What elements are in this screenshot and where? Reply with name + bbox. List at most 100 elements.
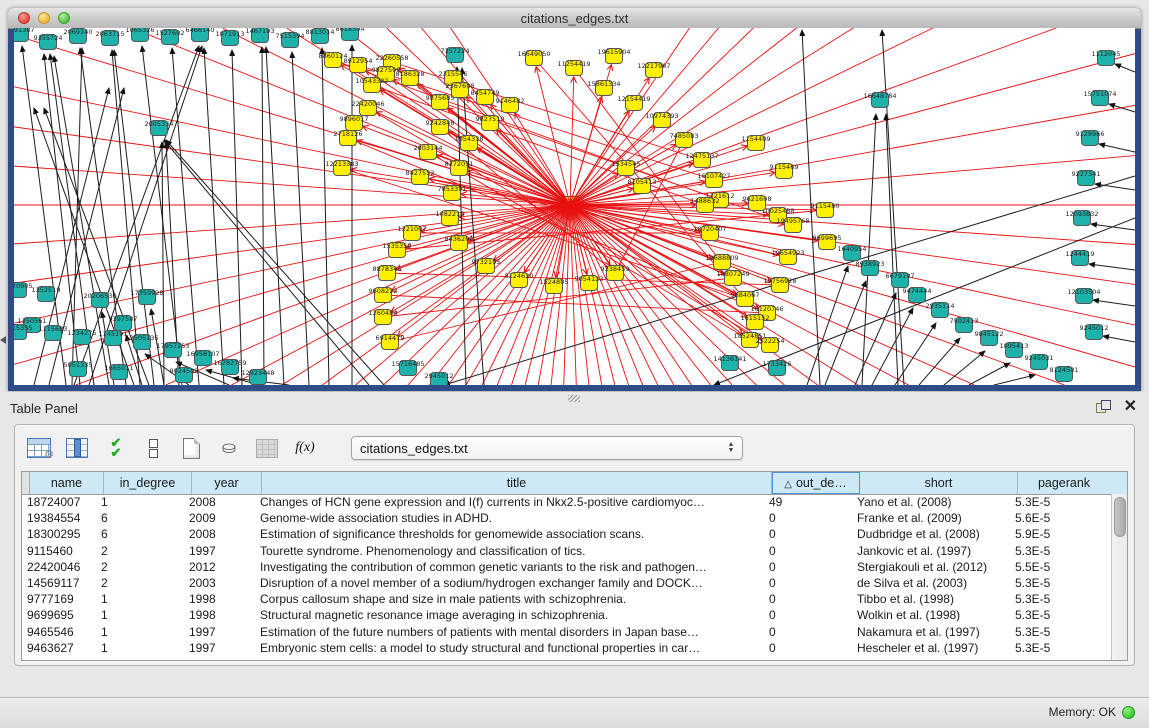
- graph-node[interactable]: 9146482: [496, 97, 525, 113]
- network-canvas[interactable]: 1724061209138793557242069140206371510653…: [14, 28, 1135, 385]
- graph-node[interactable]: 1920905: [14, 282, 32, 298]
- graph-node[interactable]: 8124501: [1050, 366, 1079, 382]
- table-row[interactable]: 969969511998Structural magnetic resonanc…: [22, 607, 1111, 623]
- graph-node[interactable]: 19615904: [597, 48, 630, 64]
- graph-node[interactable]: 1244419: [1066, 250, 1095, 266]
- graph-node[interactable]: 6466140: [186, 28, 215, 42]
- graph-node[interactable]: 8938923: [856, 260, 885, 276]
- graph-node[interactable]: 16107427: [697, 172, 730, 188]
- graph-node[interactable]: 2718126: [334, 130, 363, 146]
- select-rows-button[interactable]: ✔✔: [101, 434, 129, 462]
- graph-node[interactable]: 1260484: [369, 309, 398, 325]
- graph-node[interactable]: 9608222: [369, 287, 398, 303]
- scrollbar-thumb[interactable]: [1114, 497, 1126, 537]
- graph-node[interactable]: 7853391: [438, 185, 467, 201]
- graph-node[interactable]: 15861334: [587, 80, 620, 96]
- row-height-button[interactable]: [139, 434, 167, 462]
- graph-node[interactable]: 12217987: [637, 62, 670, 78]
- column-header-short[interactable]: short: [860, 472, 1018, 494]
- graph-node[interactable]: 9129966: [1076, 130, 1105, 146]
- graph-node[interactable]: 15751074: [1083, 90, 1116, 106]
- graph-node[interactable]: 1733426: [763, 360, 792, 376]
- graph-node[interactable]: 1115683: [39, 325, 68, 341]
- graph-node[interactable]: 16648784: [863, 92, 896, 108]
- graph-node[interactable]: 8912954: [344, 57, 373, 73]
- graph-node[interactable]: 9397587: [109, 315, 138, 331]
- graph-node[interactable]: 19756928: [763, 277, 796, 293]
- graph-node[interactable]: 14136141: [713, 355, 746, 371]
- graph-node[interactable]: 16649050: [517, 50, 550, 66]
- graph-node[interactable]: 1154409: [742, 135, 771, 151]
- column-header-pagerank[interactable]: pagerank: [1018, 472, 1110, 494]
- graph-node[interactable]: 8186328: [396, 70, 425, 86]
- table-body[interactable]: 1872400712008Changes of HCN gene express…: [22, 494, 1111, 660]
- graph-node[interactable]: 10974393: [645, 112, 678, 128]
- splitter-grip[interactable]: [568, 395, 580, 402]
- import-table-button[interactable]: [253, 434, 281, 462]
- graph-node[interactable]: 9227341: [1072, 170, 1101, 186]
- graph-node[interactable]: 2935114: [926, 302, 955, 318]
- delete-table-button[interactable]: ⛀: [215, 434, 243, 462]
- graph-node[interactable]: 9115460: [811, 202, 840, 218]
- graph-node[interactable]: 9024502: [170, 367, 199, 383]
- graph-node[interactable]: 9355724: [34, 34, 63, 50]
- table-row[interactable]: 1830029562008Estimation of significance …: [22, 526, 1111, 542]
- graph-node[interactable]: 2803144: [414, 144, 443, 160]
- table-row[interactable]: 2242004622012Investigating the contribut…: [22, 559, 1111, 575]
- graph-node[interactable]: 8813014: [306, 28, 335, 44]
- graph-node[interactable]: 11254419: [557, 60, 590, 76]
- graph-node[interactable]: 1112045: [1092, 50, 1121, 66]
- graph-node[interactable]: 1071913: [216, 30, 245, 46]
- graph-node[interactable]: 2091387: [14, 28, 34, 42]
- graph-node[interactable]: 20206536: [83, 292, 116, 308]
- graph-node[interactable]: 8618304: [336, 28, 365, 41]
- graph-node[interactable]: 10543382: [355, 77, 388, 93]
- table-row[interactable]: 977716911998Corpus callosum shape and si…: [22, 591, 1111, 607]
- graph-node[interactable]: 2069140: [64, 28, 93, 44]
- graph-node[interactable]: 12154419: [617, 95, 650, 111]
- graph-node[interactable]: 2522254: [756, 337, 785, 353]
- graph-node[interactable]: 6679197: [886, 272, 915, 288]
- graph-node[interactable]: 5051335: [64, 361, 93, 377]
- column-header-name[interactable]: name: [30, 472, 104, 494]
- column-header-title[interactable]: title: [262, 472, 772, 494]
- graph-node[interactable]: 1467193: [246, 28, 275, 43]
- graph-node[interactable]: 9827510: [476, 115, 505, 131]
- graph-node[interactable]: 19495768: [776, 217, 809, 233]
- float-panel-icon[interactable]: [1096, 400, 1110, 414]
- graph-node[interactable]: 17957253: [156, 342, 189, 358]
- table-row[interactable]: 911546021997Tourette syndrome. Phenomeno…: [22, 543, 1111, 559]
- column-header-in_degree[interactable]: in_degree: [104, 472, 192, 494]
- show-columns-button[interactable]: [63, 434, 91, 462]
- column-header-year[interactable]: year: [192, 472, 262, 494]
- graph-node[interactable]: 1665011: [105, 364, 134, 380]
- graph-node[interactable]: 7357224: [441, 47, 470, 63]
- graph-node[interactable]: 8436204: [445, 235, 474, 251]
- table-selector-dropdown[interactable]: citations_edges.txt ▲▼: [351, 436, 743, 460]
- graph-node[interactable]: 1535359: [383, 242, 412, 258]
- graph-node[interactable]: 12103504: [1067, 288, 1100, 304]
- graph-node[interactable]: 2063715: [96, 30, 125, 46]
- function-builder-button[interactable]: f(x): [291, 434, 319, 462]
- graph-node[interactable]: 9338459: [601, 265, 630, 281]
- graph-node[interactable]: 2005334: [145, 120, 174, 136]
- graph-node[interactable]: 1527602: [156, 29, 185, 45]
- graph-node[interactable]: 7515394: [276, 32, 305, 48]
- graph-node[interactable]: 3915355: [14, 324, 32, 340]
- close-panel-icon[interactable]: ✕: [1124, 400, 1137, 414]
- graph-node[interactable]: 7485083: [670, 132, 699, 148]
- graph-node[interactable]: 1065326: [126, 28, 155, 42]
- graph-node[interactable]: 8878344: [373, 265, 402, 281]
- graph-node[interactable]: 1524805: [540, 278, 569, 294]
- panel-collapse-arrow[interactable]: [0, 336, 6, 344]
- table-row[interactable]: 1872400712008Changes of HCN gene express…: [22, 494, 1111, 510]
- graph-node[interactable]: 9875685: [426, 94, 455, 110]
- vertical-scrollbar[interactable]: [1111, 494, 1127, 660]
- graph-node[interactable]: 18720407: [693, 225, 726, 241]
- graph-node[interactable]: 19654923: [771, 249, 804, 265]
- table-row[interactable]: 1456911722003Disruption of a novel membe…: [22, 575, 1111, 591]
- graph-node[interactable]: 1221007: [398, 225, 427, 241]
- graph-node[interactable]: 8124620: [505, 272, 534, 288]
- graph-node[interactable]: 9896017: [340, 115, 369, 131]
- graph-node[interactable]: 9245012: [1080, 324, 1109, 340]
